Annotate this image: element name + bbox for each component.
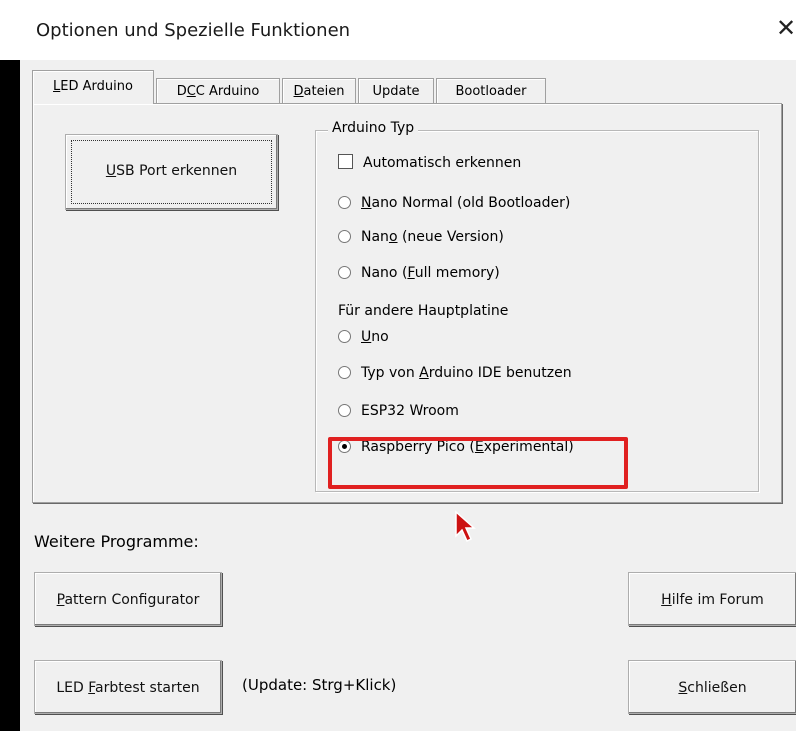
tab-led-arduino[interactable]: LED Arduino [32, 70, 154, 104]
tab-bootloader[interactable]: Bootloader [436, 78, 546, 104]
forum-help-button[interactable]: Hilfe im Forum [628, 572, 796, 626]
checkbox-box[interactable] [338, 154, 353, 169]
tab-update[interactable]: Update [358, 78, 434, 104]
tab-dateien[interactable]: Dateien [282, 78, 356, 104]
update-hint: (Update: Strg+Klick) [242, 676, 397, 694]
window-title: Optionen und Spezielle Funktionen [36, 20, 351, 41]
radio-nano-full-memory[interactable]: Nano (Full memory) [338, 263, 500, 283]
close-icon[interactable]: ✕ [776, 14, 796, 42]
mouse-cursor-icon [455, 510, 476, 543]
more-programs-label: Weitere Programme: [34, 532, 199, 551]
arduino-type-group: Arduino Typ Automatisch erkennen Nano No… [315, 120, 759, 492]
red-highlight-box [328, 437, 628, 489]
radio-nano-normal[interactable]: Nano Normal (old Bootloader) [338, 193, 570, 213]
radio-button[interactable] [338, 330, 351, 343]
tab-panel-led-arduino: USB Port erkennen Arduino Typ Automatisc… [32, 103, 782, 503]
auto-detect-checkbox[interactable]: Automatisch erkennen [338, 153, 521, 173]
close-button[interactable]: Schließen [628, 660, 796, 714]
led-color-test-button[interactable]: LED Farbtest starten [34, 660, 222, 714]
focus-rectangle [71, 140, 272, 204]
dialog-client-area: LED Arduino DCC Arduino Dateien Update B… [20, 60, 796, 731]
radio-button[interactable] [338, 266, 351, 279]
radio-button[interactable] [338, 404, 351, 417]
title-bar: Optionen und Spezielle Funktionen ✕ [0, 0, 796, 60]
radio-nano-new[interactable]: Nano (neue Version) [338, 227, 504, 247]
group-legend: Arduino Typ [328, 120, 419, 136]
other-board-label: Für andere Hauptplatine [338, 303, 509, 319]
radio-button[interactable] [338, 196, 351, 209]
radio-esp32-wroom[interactable]: ESP32 Wroom [338, 401, 459, 421]
usb-port-detect-button[interactable]: USB Port erkennen [65, 134, 278, 210]
pattern-configurator-button[interactable]: Pattern Configurator [34, 572, 222, 626]
radio-uno[interactable]: Uno [338, 327, 389, 347]
radio-arduino-ide-type[interactable]: Typ von Arduino IDE benutzen [338, 363, 572, 383]
left-edge-bar [0, 60, 20, 731]
radio-button[interactable] [338, 366, 351, 379]
tab-dcc-arduino[interactable]: DCC Arduino [156, 78, 280, 104]
radio-button[interactable] [338, 230, 351, 243]
